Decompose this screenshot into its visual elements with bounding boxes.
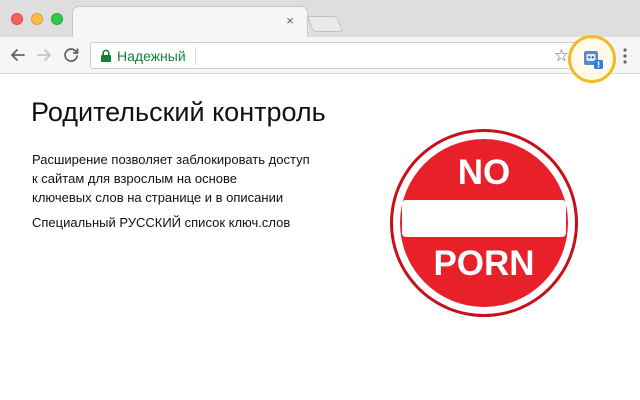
back-button[interactable] [8, 45, 28, 65]
window-close-button[interactable] [11, 13, 23, 25]
page-title: Родительский контроль [31, 97, 326, 127]
reload-icon [64, 48, 79, 62]
extension-highlight-ring [568, 35, 616, 83]
description: Расширение позволяет заблокировать досту… [32, 150, 342, 207]
sign-text-bottom: PORN [433, 244, 534, 283]
new-tab-button[interactable] [306, 16, 344, 32]
forward-button[interactable] [34, 45, 54, 65]
address-bar[interactable]: Надежный ☆ [90, 42, 600, 69]
browser-toolbar: Надежный ☆ [0, 37, 640, 74]
forward-arrow-icon [37, 49, 51, 61]
extension-icon[interactable] [582, 48, 604, 70]
back-arrow-icon [11, 49, 25, 61]
omnibox-divider [195, 47, 196, 65]
bookmark-star-icon[interactable]: ☆ [554, 46, 569, 66]
description-line: Расширение позволяет заблокировать досту… [32, 152, 310, 167]
description-line: ключевых слов на странице и в описании [32, 190, 284, 205]
browser-tab[interactable]: × [72, 6, 308, 38]
tab-bar: × [0, 0, 640, 38]
browser-menu-icon[interactable] [622, 47, 628, 65]
window-maximize-button[interactable] [51, 13, 63, 25]
keyword-list-note: Специальный РУССКИЙ список ключ.слов [32, 215, 291, 230]
sign-bar [402, 200, 566, 237]
sign-text-top: NO [458, 153, 511, 192]
tab-close-icon[interactable]: × [283, 14, 297, 28]
lock-icon [101, 49, 111, 62]
description-line: к сайтам для взрослым на основе [32, 171, 238, 186]
no-porn-sign: NO PORN [390, 129, 578, 317]
reload-button[interactable] [61, 45, 81, 65]
secure-label: Надежный [117, 48, 186, 64]
window-minimize-button[interactable] [31, 13, 43, 25]
